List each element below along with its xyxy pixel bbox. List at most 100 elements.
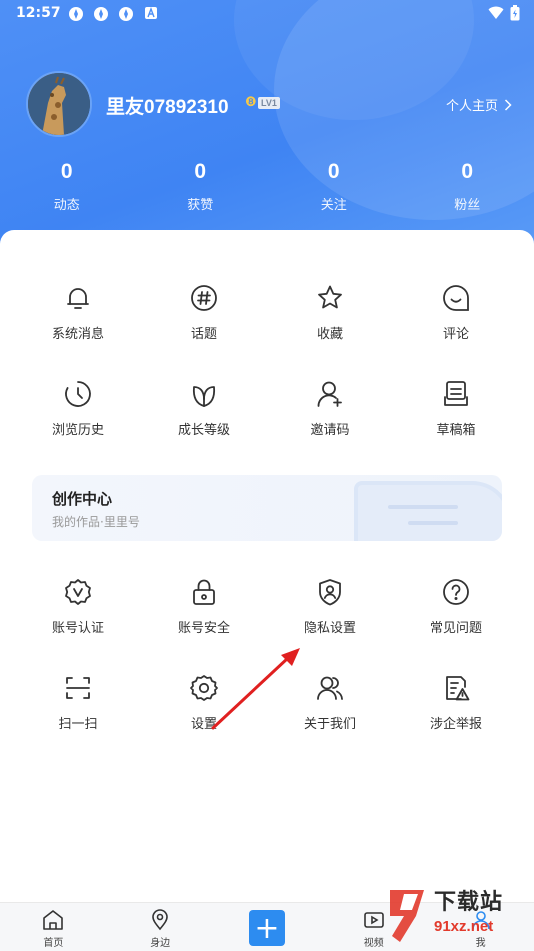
watermark-domain: 91xz.net: [434, 918, 493, 935]
tab-label: 视频: [364, 934, 384, 949]
menu-item-label: 系统消息: [52, 323, 104, 342]
avatar[interactable]: [26, 71, 92, 137]
menu-item-label: 账号安全: [178, 617, 230, 636]
username: 里友07892310: [106, 92, 229, 119]
menu-item-label: 扫一扫: [58, 713, 97, 732]
menu-item-growth-level[interactable]: 成长等级: [141, 379, 267, 475]
menu-item-label: 草稿箱: [436, 419, 475, 438]
menu-item-label: 评论: [443, 323, 469, 342]
gear-icon: [189, 673, 219, 703]
menu-item-label: 收藏: [317, 323, 343, 342]
stat-value: 0: [401, 160, 534, 188]
menu-item-history[interactable]: 浏览历史: [15, 379, 141, 475]
menu-item-label: 涉企举报: [430, 713, 482, 732]
location-icon: [148, 908, 172, 932]
chevron-right-icon: [504, 99, 512, 111]
stats-row: 0动态 0获赞 0关注 0粉丝: [0, 160, 534, 213]
stat-followers[interactable]: 0 粉丝: [401, 160, 534, 213]
menu-item-topics[interactable]: 话题: [141, 283, 267, 379]
plus-icon: +: [249, 910, 285, 946]
status-bar: 12:57: [0, 0, 534, 28]
creator-center-card[interactable]: 创作中心 我的作品·里里号: [32, 475, 502, 541]
battery-icon: [510, 5, 520, 25]
menu-item-invite-code[interactable]: 邀请码: [267, 379, 393, 475]
menu-grid-bottom: 账号认证 账号安全 隐私设置 常见问题 扫一扫 设置 关于我们 涉企举报: [0, 577, 534, 769]
verified-badge-icon: [63, 577, 93, 607]
stat-following[interactable]: 0 关注: [267, 160, 401, 213]
menu-item-label: 邀请码: [310, 419, 349, 438]
creator-subtitle: 我的作品·里里号: [52, 513, 140, 530]
star-icon: [315, 283, 345, 313]
a-icon: [143, 6, 159, 22]
menu-item-system-messages[interactable]: 系统消息: [15, 283, 141, 379]
menu-grid-top: 系统消息 话题 收藏 评论 浏览历史 成长等级 邀请码 草稿箱: [0, 283, 534, 475]
tab-home[interactable]: 首页: [0, 903, 107, 951]
stat-label: 粉丝: [401, 194, 534, 213]
menu-item-label: 话题: [191, 323, 217, 342]
menu-item-account-security[interactable]: 账号安全: [141, 577, 267, 673]
status-time: 12:57: [16, 5, 61, 21]
creator-title: 创作中心: [52, 488, 112, 509]
menu-item-about-us[interactable]: 关于我们: [267, 673, 393, 769]
menu-item-privacy-settings[interactable]: 隐私设置: [267, 577, 393, 673]
question-icon: [441, 577, 471, 607]
stat-label: 动态: [0, 194, 134, 213]
level-tag: LV1: [258, 97, 280, 109]
report-icon: [441, 673, 471, 703]
menu-item-drafts[interactable]: 草稿箱: [393, 379, 519, 475]
stat-value: 0: [134, 160, 268, 188]
app-icon: [68, 6, 84, 22]
creator-decoration: [354, 481, 502, 541]
stat-value: 0: [267, 160, 401, 188]
menu-item-label: 账号认证: [52, 617, 104, 636]
bell-icon: [63, 283, 93, 313]
menu-item-enterprise-report[interactable]: 涉企举报: [393, 673, 519, 769]
tab-label: 首页: [43, 934, 63, 949]
stat-label: 获赞: [134, 194, 268, 213]
scan-icon: [63, 673, 93, 703]
tab-label: 身边: [150, 934, 170, 949]
wifi-icon: [488, 6, 504, 24]
creator-decoration: [408, 521, 458, 525]
home-icon: [41, 908, 65, 932]
tab-nearby[interactable]: 身边: [107, 903, 214, 951]
stat-label: 关注: [267, 194, 401, 213]
add-user-icon: [315, 379, 345, 409]
lock-icon: [189, 577, 219, 607]
menu-item-label: 隐私设置: [304, 617, 356, 636]
menu-item-scan[interactable]: 扫一扫: [15, 673, 141, 769]
creator-decoration: [388, 505, 458, 509]
stat-posts[interactable]: 0 动态: [0, 160, 134, 213]
shield-user-icon: [315, 577, 345, 607]
stat-likes[interactable]: 0 获赞: [134, 160, 268, 213]
users-icon: [315, 673, 345, 703]
menu-item-comments[interactable]: 评论: [393, 283, 519, 379]
menu-item-settings[interactable]: 设置: [141, 673, 267, 769]
leaf-icon: [189, 379, 219, 409]
history-icon: [63, 379, 93, 409]
menu-item-label: 关于我们: [304, 713, 356, 732]
profile-header: [0, 0, 534, 260]
watermark-logo: [382, 886, 432, 944]
menu-item-label: 浏览历史: [52, 419, 104, 438]
menu-item-favorites[interactable]: 收藏: [267, 283, 393, 379]
homepage-link[interactable]: 个人主页: [446, 95, 512, 114]
watermark-title: 下载站: [434, 884, 503, 916]
hashtag-icon: [189, 283, 219, 313]
comment-icon: [441, 283, 471, 313]
drafts-icon: [441, 379, 471, 409]
menu-item-label: 常见问题: [430, 617, 482, 636]
level-badge: ❽ LV1: [245, 96, 280, 110]
menu-item-label: 设置: [191, 713, 217, 732]
homepage-label: 个人主页: [446, 95, 498, 114]
menu-item-faq[interactable]: 常见问题: [393, 577, 519, 673]
watermark: 下载站 91xz.net: [382, 884, 532, 946]
menu-item-account-verification[interactable]: 账号认证: [15, 577, 141, 673]
avatar-image: [28, 73, 90, 135]
tab-publish[interactable]: +: [214, 903, 321, 951]
app-icon: [118, 6, 134, 22]
app-icon: [93, 6, 109, 22]
menu-item-label: 成长等级: [178, 419, 230, 438]
medal-icon: ❽: [245, 96, 257, 110]
stat-value: 0: [0, 160, 134, 188]
